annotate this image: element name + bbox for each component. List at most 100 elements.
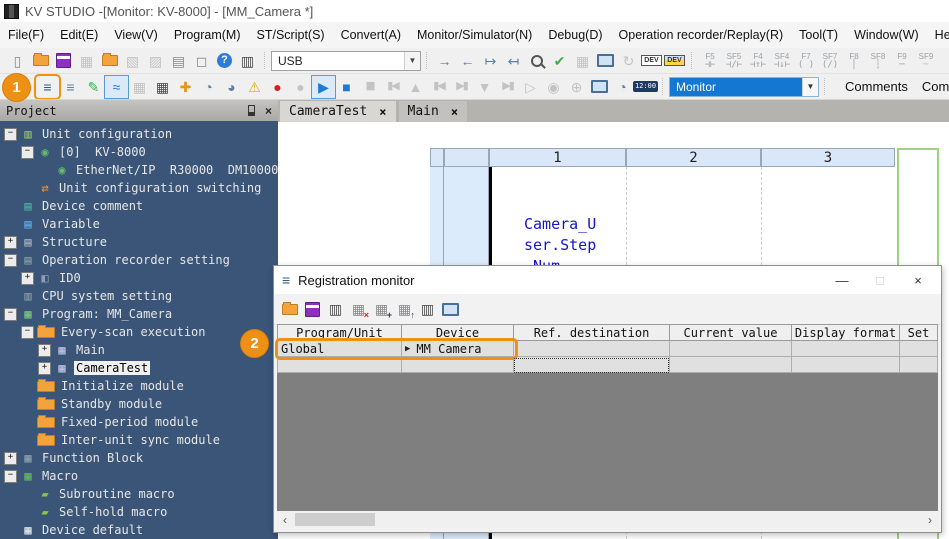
tree-item[interactable]: + ▤ Structure <box>0 233 278 251</box>
monitor-login-icon[interactable]: ↦ <box>479 50 502 72</box>
transfer-to-plc-icon[interactable]: → <box>433 50 456 72</box>
ref-destination-cell[interactable] <box>514 357 670 373</box>
tree-item[interactable]: ▤ Device comment <box>0 197 278 215</box>
menu-item[interactable]: ST/Script(S) <box>249 28 333 42</box>
menu-item[interactable]: Debug(D) <box>540 28 610 42</box>
touch-operation-icon[interactable]: ✚ <box>174 76 197 98</box>
menu-item[interactable]: Tool(T) <box>791 28 846 42</box>
chevron-down-icon[interactable]: ▼ <box>404 52 420 70</box>
replay-play-icon[interactable]: ▶ <box>312 76 335 98</box>
registration-monitor-icon[interactable]: ≡ <box>36 76 59 98</box>
realtime-chart-icon[interactable]: ≈ <box>105 76 128 98</box>
fkey-button[interactable]: F8│ <box>842 52 866 70</box>
tab-close-icon[interactable]: × <box>379 105 386 119</box>
save-registration-icon[interactable] <box>301 298 324 320</box>
record-icon[interactable]: ● <box>266 76 289 98</box>
current-value-cell[interactable] <box>670 357 792 373</box>
verify-program-icon[interactable]: ✔ <box>548 50 571 72</box>
close-button[interactable]: × <box>903 273 933 288</box>
skip-next-icon[interactable]: ▶▮ <box>450 76 473 98</box>
tree-item[interactable]: ▰ Self-hold macro <box>0 503 278 521</box>
ref-destination-cell[interactable] <box>514 341 670 357</box>
menu-item[interactable]: Monitor/Simulator(N) <box>409 28 540 42</box>
fkey-button[interactable]: SF9┈ <box>914 52 938 70</box>
column-header[interactable]: Program/Unit <box>277 324 402 341</box>
fkey-button[interactable]: F5⊣⊢ <box>698 52 722 70</box>
tree-item[interactable]: + ▦ Main <box>0 341 278 359</box>
device-cell[interactable]: ▶MM Camera <box>402 341 514 357</box>
unit-monitor-icon[interactable]: ▦ <box>151 76 174 98</box>
current-value-cell[interactable] <box>670 341 792 357</box>
tree-item[interactable]: − ▦ Macro <box>0 467 278 485</box>
tree-item[interactable]: − ▦ Program: MM_Camera <box>0 305 278 323</box>
insert-row-icon[interactable]: ▦+ <box>370 298 393 320</box>
open-project-icon[interactable] <box>29 50 52 72</box>
horizontal-scrollbar[interactable]: ‹ › <box>277 511 938 528</box>
expander-icon[interactable]: + <box>4 236 17 249</box>
step-down-icon[interactable]: ▼ <box>473 76 496 98</box>
set-cell[interactable] <box>900 357 938 373</box>
display-format-cell[interactable] <box>792 357 900 373</box>
column-header[interactable]: Set <box>900 324 938 341</box>
editor-tab[interactable]: Main × <box>399 101 468 122</box>
save-project-icon[interactable] <box>52 50 75 72</box>
dev-monitor-color-icon[interactable]: DEV <box>663 50 686 72</box>
device-assign-icon[interactable]: ▥ <box>416 298 439 320</box>
minimize-button[interactable]: — <box>827 273 857 288</box>
fkey-button[interactable]: F4⊣↑⊢ <box>746 52 770 70</box>
close-icon[interactable]: × <box>265 104 272 118</box>
transfer-from-plc-icon[interactable]: ← <box>456 50 479 72</box>
batch-register-icon[interactable]: ▥ <box>324 298 347 320</box>
tree-item[interactable]: ⇄ Unit configuration switching <box>0 179 278 197</box>
fkey-button[interactable]: SF4⊣↓⊢ <box>770 52 794 70</box>
menu-item[interactable]: Edit(E) <box>52 28 106 42</box>
replay-setting-icon[interactable]: ◕ <box>220 76 243 98</box>
set-cell[interactable] <box>900 341 938 357</box>
fkey-button[interactable]: F9─ <box>890 52 914 70</box>
batch-monitor-icon[interactable]: ≡ <box>59 76 82 98</box>
expander-icon[interactable]: + <box>4 452 17 465</box>
operation-recorder-icon[interactable]: ◔ <box>197 76 220 98</box>
expand-arrow-icon[interactable]: ▶ <box>405 344 410 354</box>
connection-select[interactable]: USB ▼ <box>271 51 421 71</box>
scroll-left-icon[interactable]: ‹ <box>277 513 293 527</box>
tree-item[interactable]: Standby module <box>0 395 278 413</box>
clock-badge-icon[interactable]: 12:00 <box>634 76 657 98</box>
ladder-monitor-icon[interactable]: ▦ <box>128 76 151 98</box>
fkey-button[interactable]: SF7(/) <box>818 52 842 70</box>
skip-first-icon[interactable]: ▮◀ <box>381 76 404 98</box>
tree-item[interactable]: − ◉ [0] KV-8000 <box>0 143 278 161</box>
program-unit-cell[interactable]: Global <box>277 341 402 357</box>
dialog-title-bar[interactable]: ≡ Registration monitor — □ × <box>274 266 941 294</box>
print-preview-icon[interactable]: ◻ <box>190 50 213 72</box>
tree-item[interactable]: ◉ EtherNet/IP R30000 DM10000 <box>0 161 278 179</box>
print-icon[interactable]: ▤ <box>167 50 190 72</box>
tree-item[interactable]: ▥ CPU system setting <box>0 287 278 305</box>
menu-item[interactable]: Window(W) <box>846 28 927 42</box>
column-header[interactable]: Device <box>402 324 514 341</box>
menu-item[interactable]: Help(H) <box>927 28 949 42</box>
move-row-icon[interactable]: ▦↑ <box>393 298 416 320</box>
monitor-start-icon[interactable] <box>439 298 462 320</box>
stopwatch-icon[interactable]: ◔ <box>611 76 634 98</box>
menu-item[interactable]: Convert(A) <box>333 28 409 42</box>
fkey-button[interactable]: F7( ) <box>794 52 818 70</box>
scrollbar-thumb[interactable] <box>295 513 375 526</box>
expander-icon[interactable]: − <box>4 254 17 267</box>
table-row[interactable] <box>277 357 938 373</box>
tree-item[interactable]: Initialize module <box>0 377 278 395</box>
tree-item[interactable]: ▦ Device default <box>0 521 278 539</box>
menu-item[interactable]: Operation recorder/Replay(R) <box>611 28 792 42</box>
expander-icon[interactable]: − <box>4 470 17 483</box>
column-header[interactable]: Ref. destination <box>514 324 670 341</box>
maximize-button[interactable]: □ <box>865 273 895 288</box>
record-disabled-icon[interactable]: ● <box>289 76 312 98</box>
tree-item[interactable]: + ▦ CameraTest <box>0 359 278 377</box>
mode-select[interactable]: Monitor ▼ <box>669 77 819 97</box>
replay-stop-icon[interactable]: ■ <box>335 76 358 98</box>
pan-icon[interactable]: ⊕ <box>565 76 588 98</box>
expander-icon[interactable]: − <box>21 146 34 159</box>
delete-row-icon[interactable]: ▦× <box>347 298 370 320</box>
expander-icon[interactable]: − <box>4 308 17 321</box>
tree-item[interactable]: − Every-scan execution <box>0 323 278 341</box>
